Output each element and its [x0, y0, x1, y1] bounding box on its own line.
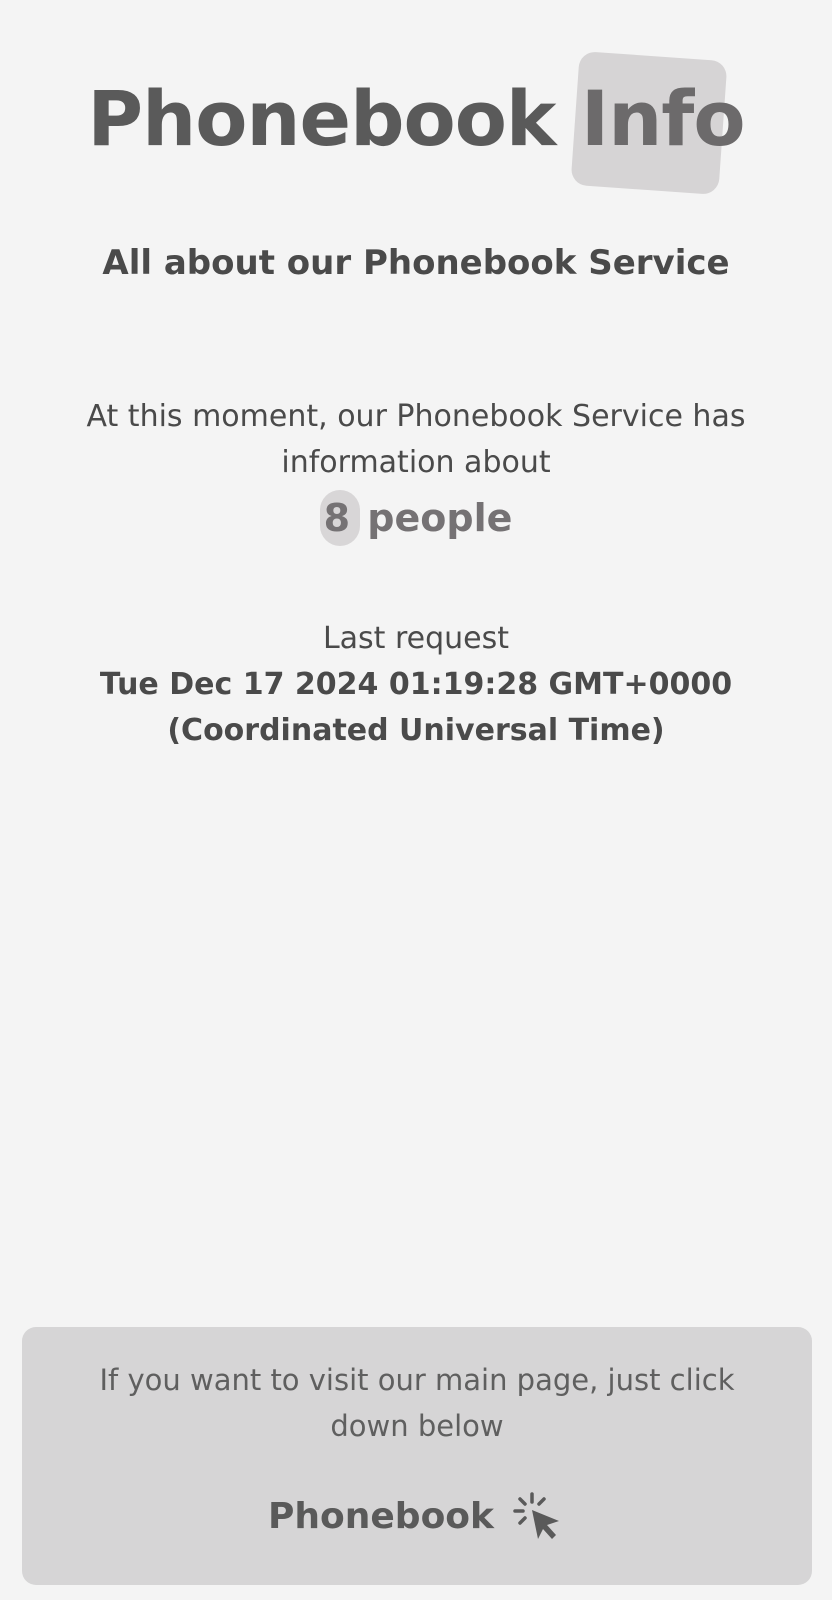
people-count-unit: people [367, 496, 513, 540]
page-header: Phonebook Info [0, 51, 832, 195]
click-icon[interactable] [512, 1490, 566, 1544]
info-intro: At this moment, our Phonebook Service ha… [86, 399, 746, 480]
last-request-label: Last request [322, 621, 510, 656]
title-highlight: Info [570, 51, 746, 195]
phonebook-link-content[interactable]: Phonebook [268, 1489, 566, 1545]
people-count-number: 8 [319, 490, 360, 546]
people-count: 8 people [0, 490, 832, 546]
title-highlight-text: Info [580, 74, 746, 163]
footer-text: If you want to visit our main page, just… [99, 1363, 735, 1443]
phonebook-link-label[interactable]: Phonebook [268, 1489, 494, 1545]
title-main: Phonebook [87, 74, 556, 163]
phonebook-link[interactable]: Phonebook [22, 1489, 812, 1545]
footer-card: If you want to visit our main page, just… [22, 1327, 812, 1585]
count-value: 8 [323, 496, 351, 540]
page-title: Phonebook Info [87, 51, 746, 195]
page-subtitle: All about our Phonebook Service [102, 243, 730, 283]
last-request-value: Tue Dec 17 2024 01:19:28 GMT+0000 (Coord… [99, 667, 733, 748]
